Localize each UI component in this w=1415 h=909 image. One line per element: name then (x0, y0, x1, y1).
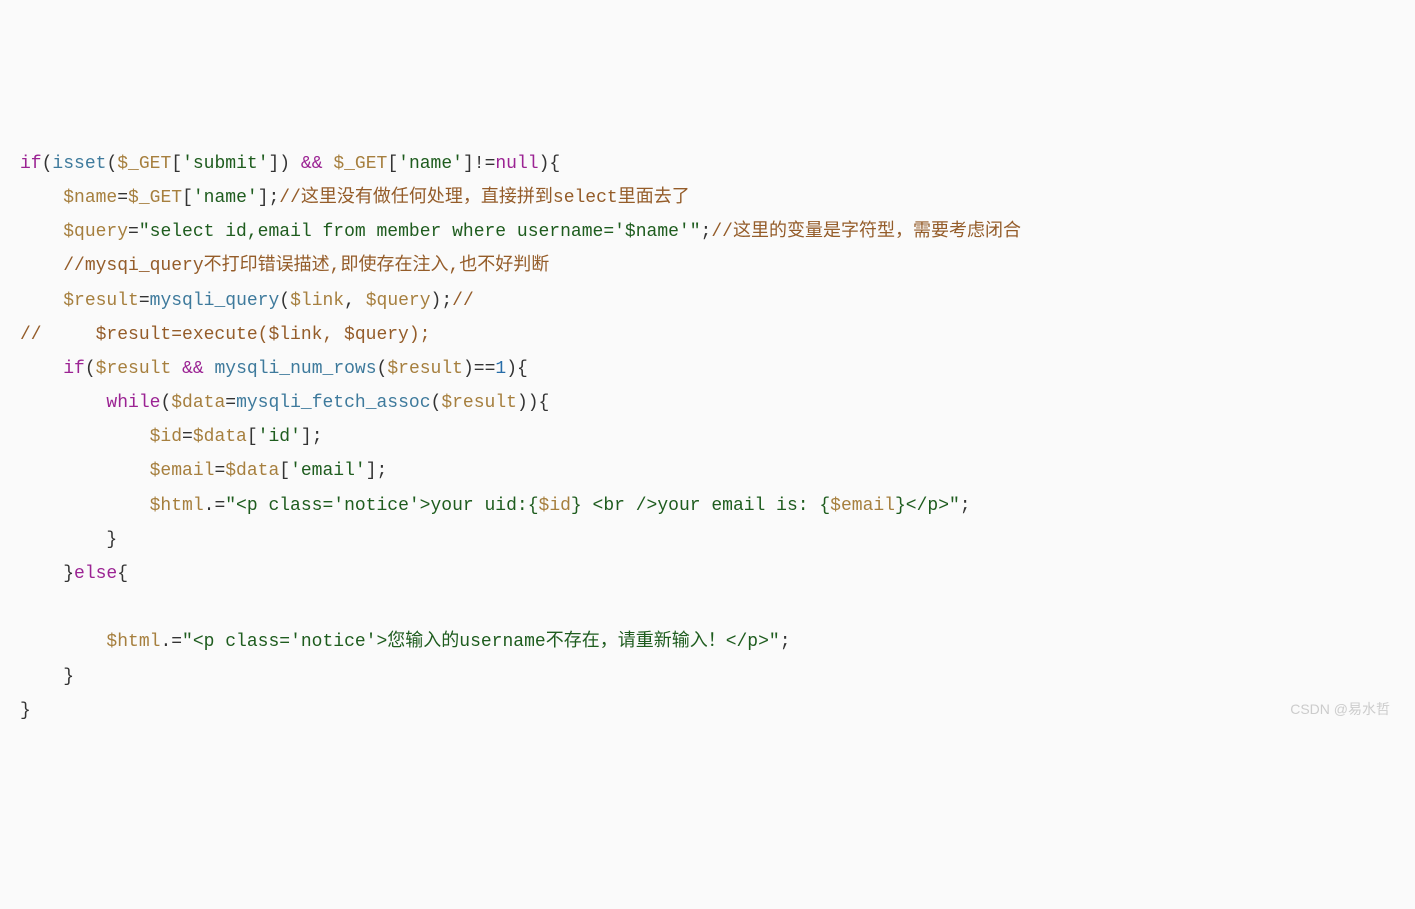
code-token: } (106, 530, 117, 550)
code-token: = (117, 188, 128, 208)
code-token: ; (960, 496, 971, 516)
code-token: $result (96, 359, 172, 379)
code-token: if (20, 154, 42, 174)
code-token: ]; (366, 461, 388, 481)
code-token: ( (85, 359, 96, 379)
code-token: //这里的变量是字符型，需要考虑闭合 (711, 222, 1021, 242)
code-token: ]; (258, 188, 280, 208)
code-token: $query (366, 291, 431, 311)
code-token: { (117, 564, 128, 584)
code-token: 'submit' (182, 154, 268, 174)
code-token: null (495, 154, 538, 174)
code-token: )){ (517, 393, 549, 413)
code-token: "<p class='notice'>您输入的username不存在，请重新输入… (182, 632, 780, 652)
code-token: mysqli_num_rows (215, 359, 377, 379)
code-token: } (63, 564, 74, 584)
code-token: if (63, 359, 85, 379)
code-token: $result (387, 359, 463, 379)
code-token: ( (106, 154, 117, 174)
code-token: [ (247, 427, 258, 447)
code-token: [ (387, 154, 398, 174)
code-token: $data (171, 393, 225, 413)
code-token: mysqli_query (150, 291, 280, 311)
code-token: $link (290, 291, 344, 311)
code-token: = (139, 291, 150, 311)
code-token: ( (279, 291, 290, 311)
code-token: = (182, 427, 193, 447)
watermark: CSDN @易水哲 (1290, 696, 1390, 723)
code-token: [ (279, 461, 290, 481)
code-token: ; (780, 632, 791, 652)
code-token: isset (52, 154, 106, 174)
code-token: ( (160, 393, 171, 413)
code-token: ]!= (463, 154, 495, 174)
code-token: while (106, 393, 160, 413)
code-token: )== (463, 359, 495, 379)
code-token: ){ (506, 359, 528, 379)
code-content: if(isset($_GET['submit']) && $_GET['name… (20, 147, 1395, 728)
code-token: .= (204, 496, 226, 516)
code-token: $email (150, 461, 215, 481)
code-token: [ (182, 188, 193, 208)
code-token: .= (160, 632, 182, 652)
code-token: 'name' (193, 188, 258, 208)
code-token: = (128, 222, 139, 242)
code-token: 1 (495, 359, 506, 379)
code-token: = (214, 461, 225, 481)
code-token: "select id,email from member where usern… (139, 222, 701, 242)
code-token: //这里没有做任何处理，直接拼到select里面去了 (279, 188, 689, 208)
code-token: $_GET (333, 154, 387, 174)
code-token: ]) (269, 154, 301, 174)
code-token: $data (193, 427, 247, 447)
code-token: ; (701, 222, 712, 242)
code-token: 'name' (398, 154, 463, 174)
code-token: ( (42, 154, 53, 174)
code-token: $query (63, 222, 128, 242)
code-token: && (301, 154, 323, 174)
code-token: , (344, 291, 366, 311)
code-token: mysqli_fetch_assoc (236, 393, 430, 413)
code-token: $email (830, 496, 895, 516)
code-token: $data (225, 461, 279, 481)
code-token (323, 154, 334, 174)
code-token: $_GET (117, 154, 171, 174)
code-token (171, 359, 182, 379)
code-token: $_GET (128, 188, 182, 208)
code-token: }</p>" (895, 496, 960, 516)
code-token: $name (63, 188, 117, 208)
code-token: "<p class='notice'>your uid:{ (225, 496, 538, 516)
code-token: } (63, 667, 74, 687)
code-token: $result (441, 393, 517, 413)
code-token (204, 359, 215, 379)
code-token: // $result=execute($link, $query); (20, 325, 430, 345)
code-token: $html (150, 496, 204, 516)
code-token: ( (431, 393, 442, 413)
code-token: ]; (301, 427, 323, 447)
code-token: } (20, 701, 31, 721)
code-token: $id (150, 427, 182, 447)
code-token: $id (539, 496, 571, 516)
code-token: 'id' (258, 427, 301, 447)
code-token: $result (63, 291, 139, 311)
code-token: $html (106, 632, 160, 652)
code-token: 'email' (290, 461, 366, 481)
code-token: } <br />your email is: { (571, 496, 830, 516)
code-token: // (452, 291, 474, 311)
code-token: ){ (539, 154, 561, 174)
code-token: ( (377, 359, 388, 379)
code-token: else (74, 564, 117, 584)
code-token: //mysqi_query不打印错误描述,即使存在注入,也不好判断 (63, 256, 549, 276)
code-token: && (182, 359, 204, 379)
code-block: if(isset($_GET['submit']) && $_GET['name… (20, 147, 1395, 728)
code-token: ); (431, 291, 453, 311)
code-token: [ (171, 154, 182, 174)
code-token: = (225, 393, 236, 413)
